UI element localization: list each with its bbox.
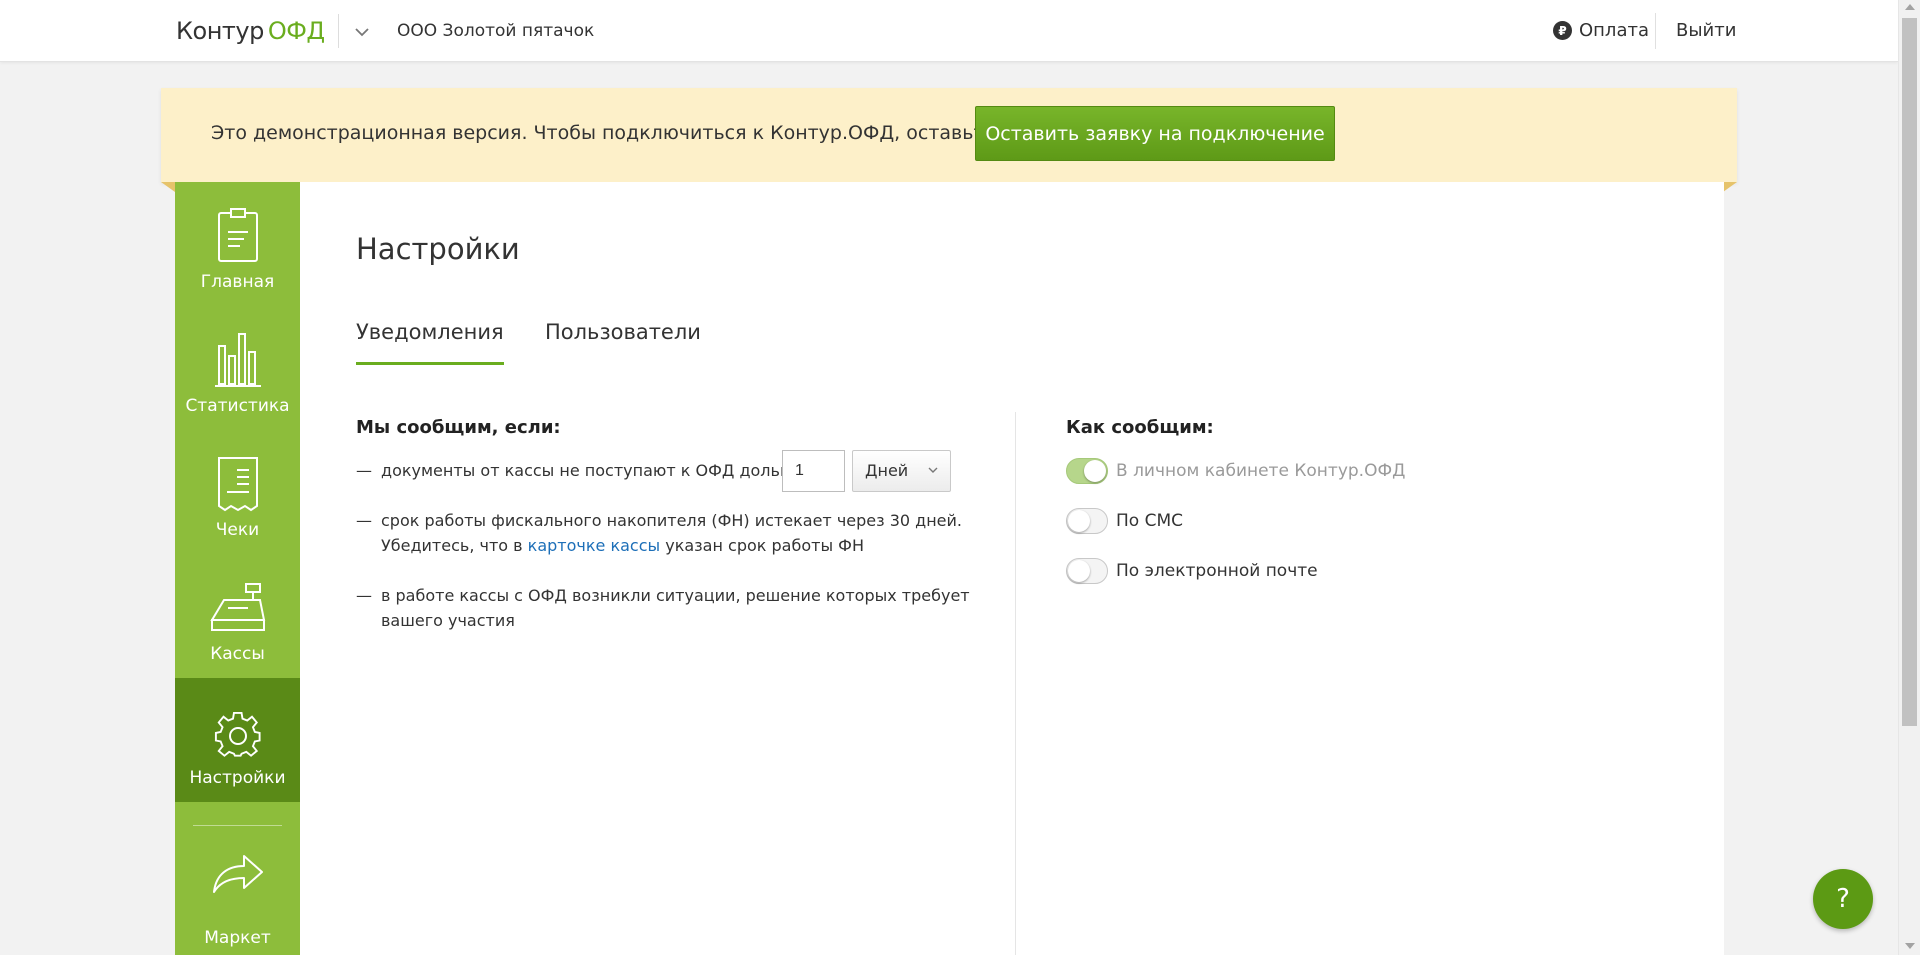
demo-banner-text: Это демонстрационная версия. Чтобы подкл… <box>211 122 1070 144</box>
channel-email-label: По электронной почте <box>1116 561 1318 581</box>
sidebar-item-home[interactable]: Главная <box>175 182 300 306</box>
receipt-icon <box>217 457 258 512</box>
list-dash: — <box>356 461 372 480</box>
toggle-knob <box>1084 460 1106 482</box>
sidebar-item-label: Настройки <box>189 768 286 788</box>
condition-no-documents: — документы от кассы не поступают к ОФД д… <box>356 458 804 483</box>
toggle-knob <box>1068 560 1090 582</box>
help-button[interactable]: ? <box>1813 869 1873 929</box>
scroll-down-arrow-icon[interactable] <box>1905 943 1915 949</box>
list-dash: — <box>356 511 372 530</box>
days-unit-value: Дней <box>865 461 909 480</box>
scrollbar-thumb[interactable] <box>1902 18 1917 726</box>
sidebar-item-label: Кассы <box>210 644 265 664</box>
demo-banner: Это демонстрационная версия. Чтобы подкл… <box>161 88 1737 182</box>
column-divider <box>1015 412 1016 955</box>
main-content: Настройки Уведомления Пользователи Мы со… <box>300 182 1724 955</box>
chevron-down-icon <box>928 467 938 473</box>
channel-sms-toggle[interactable] <box>1066 508 1108 534</box>
sidebar-item-receipts[interactable]: Чеки <box>175 430 300 554</box>
sidebar-item-label: Статистика <box>185 396 290 416</box>
logout-link[interactable]: Выйти <box>1676 20 1736 41</box>
ruble-icon: ₽ <box>1553 21 1572 40</box>
channel-cabinet-toggle[interactable] <box>1066 458 1108 484</box>
header-divider-right <box>1655 13 1656 49</box>
channel-sms-row: По СМС <box>1066 508 1183 534</box>
condition-attention-text: в работе кассы с ОФД возникли ситуации, … <box>381 586 970 605</box>
logo-text-ofd: ОФД <box>267 17 325 45</box>
toggle-knob <box>1068 510 1090 532</box>
sidebar-item-market[interactable]: Маркет <box>175 826 300 950</box>
clipboard-icon <box>217 208 258 262</box>
condition-no-documents-text: документы от кассы не поступают к ОФД до… <box>381 461 805 480</box>
condition-fn-hint-post: указан срок работы ФН <box>665 536 864 555</box>
sidebar-item-registers[interactable]: Кассы <box>175 554 300 678</box>
condition-attention-text-cont: вашего участия <box>381 611 515 630</box>
tab-users[interactable]: Пользователи <box>545 320 701 362</box>
condition-fn-hint-pre: Убедитесь, что в <box>381 536 523 555</box>
page-scrollbar[interactable] <box>1898 0 1920 955</box>
header-divider <box>338 14 339 48</box>
sidebar-item-statistics[interactable]: Статистика <box>175 306 300 430</box>
chevron-down-icon[interactable] <box>352 22 372 42</box>
scroll-up-arrow-icon[interactable] <box>1905 4 1915 10</box>
pay-label: Оплата <box>1579 20 1649 41</box>
days-unit-select[interactable]: Дней <box>852 450 951 492</box>
gear-icon <box>214 712 261 757</box>
kontur-ofd-logo[interactable]: Контур ОФД <box>176 17 325 45</box>
pay-link[interactable]: ₽ Оплата <box>1553 20 1649 41</box>
channel-email-row: По электронной почте <box>1066 558 1318 584</box>
sidebar-item-label: Главная <box>200 272 275 292</box>
condition-fn-expiring-text: срок работы фискального накопителя (ФН) … <box>381 511 962 530</box>
channel-email-toggle[interactable] <box>1066 558 1108 584</box>
days-threshold-input[interactable] <box>782 450 845 492</box>
channel-sms-label: По СМС <box>1116 511 1183 531</box>
list-dash: — <box>356 586 372 605</box>
notify-conditions-section: Мы сообщим, если: — документы от кассы не… <box>356 417 976 630</box>
sidebar-nav: Главная Статистика Чеки Кассы Настройки … <box>175 182 300 955</box>
sidebar-item-settings[interactable]: Настройки <box>175 678 300 802</box>
organization-name[interactable]: ООО Золотой пятачок <box>397 21 594 41</box>
channel-cabinet-label: В личном кабинете Контур.ОФД <box>1116 461 1406 481</box>
logo-text-kontur: Контур <box>176 17 264 45</box>
notify-channels-title: Как сообщим: <box>1066 417 1214 438</box>
banner-fold-left <box>161 182 175 192</box>
bar-chart-icon <box>214 333 261 387</box>
condition-attention-required: — в работе кассы с ОФД возникли ситуации,… <box>356 583 970 633</box>
condition-fn-expiring: — срок работы фискального накопителя (ФН)… <box>356 508 962 558</box>
notify-conditions-title: Мы сообщим, если: <box>356 417 561 438</box>
notify-channels-section: Как сообщим: В личном кабинете Контур.ОФ… <box>1066 417 1666 584</box>
sidebar-item-label: Чеки <box>215 520 260 540</box>
channel-cabinet-row: В личном кабинете Контур.ОФД <box>1066 458 1405 484</box>
banner-fold-right <box>1723 182 1737 192</box>
page-title: Настройки <box>356 232 520 266</box>
cash-register-icon <box>209 583 265 631</box>
sidebar-item-label: Маркет <box>204 928 271 948</box>
request-connection-button[interactable]: Оставить заявку на подключение <box>975 106 1335 161</box>
tab-notifications[interactable]: Уведомления <box>356 320 504 365</box>
register-card-link[interactable]: карточке кассы <box>528 536 660 555</box>
share-arrow-icon <box>212 855 263 893</box>
top-header: Контур ОФД ООО Золотой пятачок ₽ Оплата В… <box>0 0 1898 62</box>
